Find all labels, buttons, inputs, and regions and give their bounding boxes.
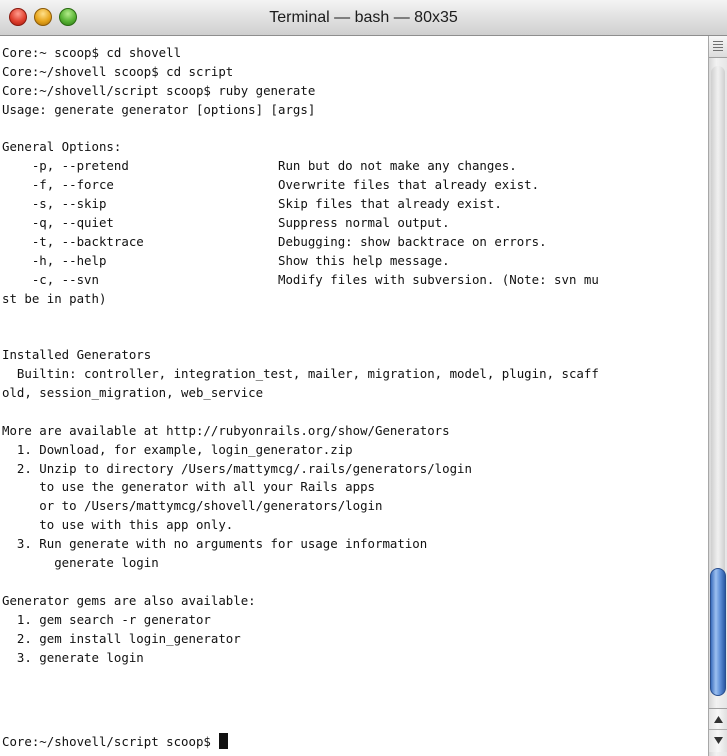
terminal-line: Generator gems are also available:	[2, 592, 256, 608]
scroll-arrows	[709, 708, 727, 752]
vertical-scrollbar[interactable]	[708, 36, 727, 756]
terminal-window: Terminal — bash — 80x35 Core:~ scoop$ cd…	[0, 0, 727, 756]
scroll-down-button[interactable]	[709, 730, 727, 751]
scroll-up-button[interactable]	[709, 709, 727, 730]
terminal-line: 3. Run generate with no arguments for us…	[2, 536, 428, 552]
terminal-line: More are available at http://rubyonrails…	[2, 422, 450, 438]
terminal-line: to use the generator with all your Rails…	[2, 479, 375, 495]
terminal-line: Usage: generate generator [options] [arg…	[2, 101, 316, 117]
prompt-text: Core:~/shovell/script scoop$	[2, 734, 219, 749]
terminal-line: 1. gem search -r generator	[2, 611, 211, 627]
terminal-line: to use with this app only.	[2, 517, 234, 533]
terminal-line: General Options:	[2, 139, 122, 155]
triangle-up-icon	[713, 715, 723, 723]
terminal-content[interactable]: Core:~ scoop$ cd shovell Core:~/shovell …	[0, 36, 708, 756]
terminal-line: 3. generate login	[2, 649, 144, 665]
title-bar[interactable]: Terminal — bash — 80x35	[0, 0, 727, 36]
terminal-line: 2. Unzip to directory /Users/mattymcg/.r…	[2, 460, 472, 476]
window-title: Terminal — bash — 80x35	[269, 9, 458, 26]
terminal-line: generate login	[2, 555, 159, 571]
terminal-line: Core:~/shovell/script scoop$ ruby genera…	[2, 82, 316, 98]
terminal-line: Core:~ scoop$ cd shovell	[2, 45, 182, 60]
terminal-line: -t, --backtrace Debugging: show backtrac…	[2, 233, 547, 249]
terminal-line: 1. Download, for example, login_generato…	[2, 441, 353, 457]
terminal-line: -s, --skip Skip files that already exist…	[2, 196, 502, 212]
terminal-line: or to /Users/mattymcg/shovell/generators…	[2, 498, 383, 514]
terminal-output: Core:~ scoop$ cd shovell Core:~/shovell …	[2, 44, 599, 686]
terminal-line: -c, --svn Modify files with subversion. …	[2, 271, 599, 287]
scroll-thumb[interactable]	[710, 568, 726, 696]
terminal-line: old, session_migration, web_service	[2, 385, 264, 401]
terminal-line: Core:~/shovell scoop$ cd script	[2, 63, 234, 79]
terminal-line: 2. gem install login_generator	[2, 630, 241, 646]
terminal-line: st be in path)	[2, 290, 107, 306]
terminal-line: Installed Generators	[2, 347, 152, 363]
terminal-line: -h, --help Show this help message.	[2, 252, 450, 268]
terminal-line: Builtin: controller, integration_test, m…	[2, 366, 599, 382]
terminal-line: -f, --force Overwrite files that already…	[2, 177, 540, 193]
text-cursor	[219, 733, 229, 749]
triangle-down-icon	[713, 737, 723, 744]
terminal-line: -p, --pretend Run but do not make any ch…	[2, 158, 517, 174]
split-pane-icon[interactable]	[709, 36, 727, 58]
command-prompt[interactable]: Core:~/shovell/script scoop$	[2, 733, 229, 752]
terminal-line: -q, --quiet Suppress normal output.	[2, 215, 450, 231]
